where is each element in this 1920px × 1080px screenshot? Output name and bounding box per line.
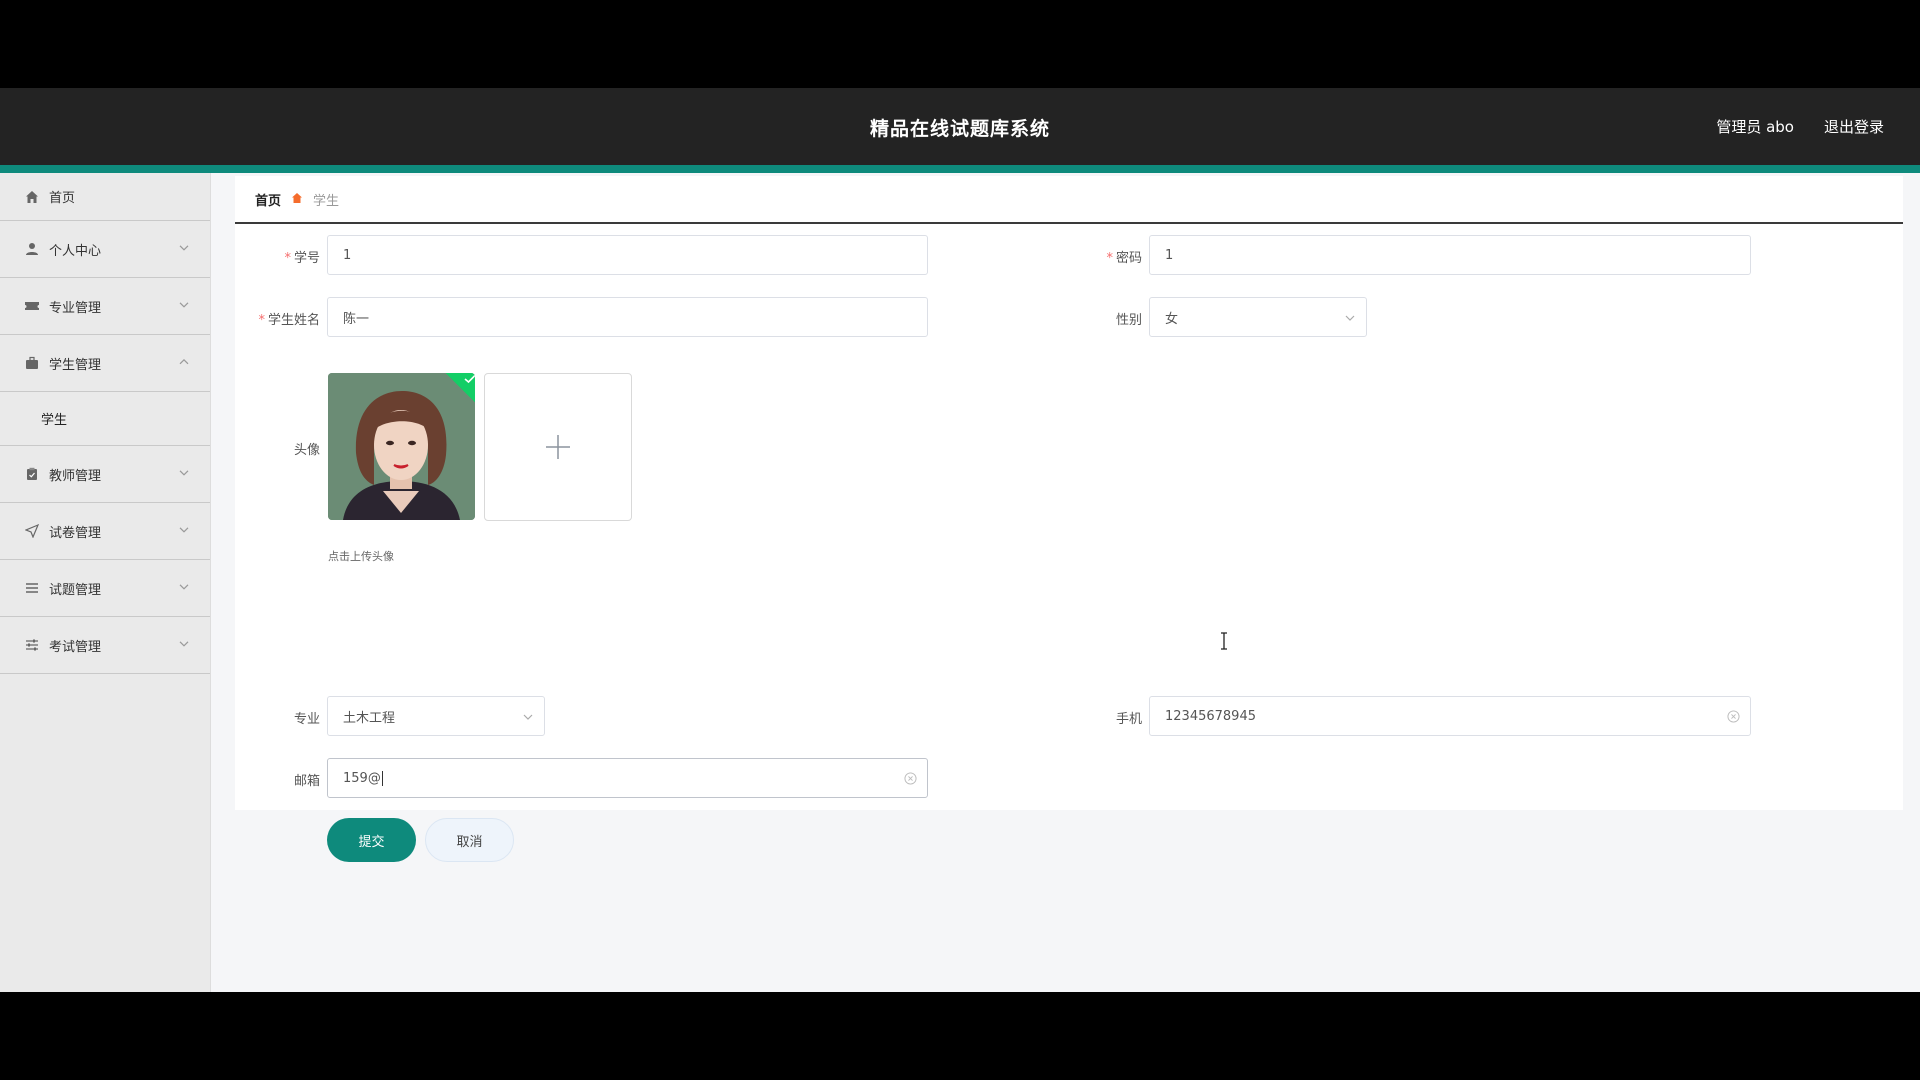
chevron-down-icon: [179, 527, 189, 533]
avatar-portrait: [328, 373, 475, 520]
text-caret: [381, 770, 383, 786]
sidebar-item-label: 试题管理: [49, 582, 102, 598]
password-label: * 密码: [1106, 251, 1142, 266]
gender-select[interactable]: 女: [1149, 297, 1367, 337]
sidebar-subitem-label: 学生: [41, 413, 68, 428]
sidebar-item-label: 专业管理: [49, 300, 102, 316]
sidebar-item-papers[interactable]: 试卷管理: [0, 503, 210, 560]
avatar-label: 头像: [293, 443, 320, 458]
email-label: 邮箱: [293, 774, 320, 789]
plus-icon: [546, 435, 570, 459]
chevron-down-icon: [523, 714, 533, 720]
sidebar-item-label: 学生管理: [49, 357, 102, 373]
password-field[interactable]: 1: [1149, 235, 1751, 275]
name-label: * 学生姓名: [258, 313, 320, 328]
current-user: 管理员 abo: [1716, 118, 1794, 136]
clear-icon[interactable]: [904, 772, 917, 785]
sidebar-item-label: 教师管理: [49, 468, 102, 484]
sidebar-item-teachers[interactable]: 教师管理: [0, 446, 210, 503]
chevron-down-icon: [179, 641, 189, 647]
name-field[interactable]: 陈一: [327, 297, 928, 337]
chevron-down-icon: [179, 245, 189, 251]
sidebar-item-exams[interactable]: 考试管理: [0, 617, 210, 674]
phone-field[interactable]: 12345678945: [1149, 696, 1751, 736]
gender-label: 性别: [1115, 313, 1142, 328]
chevron-down-icon: [179, 470, 189, 476]
chevron-down-icon: [179, 584, 189, 590]
letterbox-top: [0, 0, 1920, 88]
breadcrumb-current: 学生: [313, 193, 340, 209]
sidebar-item-home[interactable]: 首页: [0, 173, 210, 221]
header-accent-bar: [0, 165, 1920, 173]
major-value: 土木工程: [343, 710, 396, 726]
sidebar-item-majors[interactable]: 专业管理: [0, 278, 210, 335]
email-field[interactable]: 159@: [327, 758, 928, 798]
email-value: 159@: [343, 770, 381, 786]
avatar-upload-hint: 点击上传头像: [328, 550, 394, 563]
sidebar-subitem-student[interactable]: 学生: [0, 392, 210, 446]
logout-link[interactable]: 退出登录: [1824, 116, 1884, 137]
sidebar-item-questions[interactable]: 试题管理: [0, 560, 210, 617]
sidebar-item-label: 首页: [49, 191, 76, 206]
phone-value: 12345678945: [1165, 708, 1256, 724]
sliders-icon: [24, 637, 40, 653]
home-icon: [24, 189, 40, 205]
major-select[interactable]: 土木工程: [327, 696, 545, 736]
main-content: 首页 学生 * 学号 1 * 密码 1 * 学生姓名 陈一 性别 女 头像 点击…: [235, 176, 1903, 862]
user-icon: [24, 241, 40, 257]
sidebar-item-profile[interactable]: 个人中心: [0, 221, 210, 278]
chevron-down-icon: [179, 302, 189, 308]
chevron-up-icon: [179, 358, 189, 365]
sidebar-item-label: 个人中心: [49, 243, 102, 259]
letterbox-bottom: [0, 992, 1920, 1080]
avatar-image[interactable]: [328, 373, 475, 520]
chevron-down-icon: [1345, 315, 1355, 321]
sidebar: 首页 个人中心 专业管理 学生管理 学生 教师管理 试卷管理 试题管理 考试管理: [0, 173, 211, 992]
briefcase-icon: [24, 355, 40, 371]
top-header: 精品在线试题库系统 管理员 abo 退出登录: [0, 88, 1920, 165]
app-title: 精品在线试题库系统: [869, 118, 1050, 140]
sidebar-item-label: 试卷管理: [49, 525, 102, 541]
breadcrumb-separator-icon: [291, 192, 305, 206]
clear-icon[interactable]: [1727, 710, 1740, 723]
cancel-button[interactable]: 取消: [425, 818, 514, 862]
breadcrumb: 首页 学生: [235, 176, 1903, 224]
phone-label: 手机: [1115, 712, 1142, 727]
mouse-cursor-ibeam-icon: [1221, 632, 1227, 650]
student-no-field[interactable]: 1: [327, 235, 928, 275]
name-value: 陈一: [343, 311, 370, 327]
list-icon: [24, 580, 40, 596]
clipboard-icon: [24, 466, 40, 482]
ticket-icon: [24, 298, 40, 314]
password-value: 1: [1165, 247, 1174, 263]
app-window: 精品在线试题库系统 管理员 abo 退出登录 首页 个人中心 专业管理 学生管理…: [0, 88, 1920, 992]
send-icon: [24, 523, 40, 539]
check-icon: [464, 374, 475, 384]
student-no-label: * 学号: [284, 251, 320, 266]
sidebar-item-students[interactable]: 学生管理: [0, 335, 210, 392]
breadcrumb-home[interactable]: 首页: [255, 190, 281, 209]
sidebar-item-label: 考试管理: [49, 639, 102, 655]
student-no-value: 1: [343, 247, 352, 263]
major-label: 专业: [293, 712, 320, 727]
gender-value: 女: [1165, 311, 1179, 327]
submit-button[interactable]: 提交: [327, 818, 416, 862]
avatar-upload-button[interactable]: [484, 373, 632, 521]
